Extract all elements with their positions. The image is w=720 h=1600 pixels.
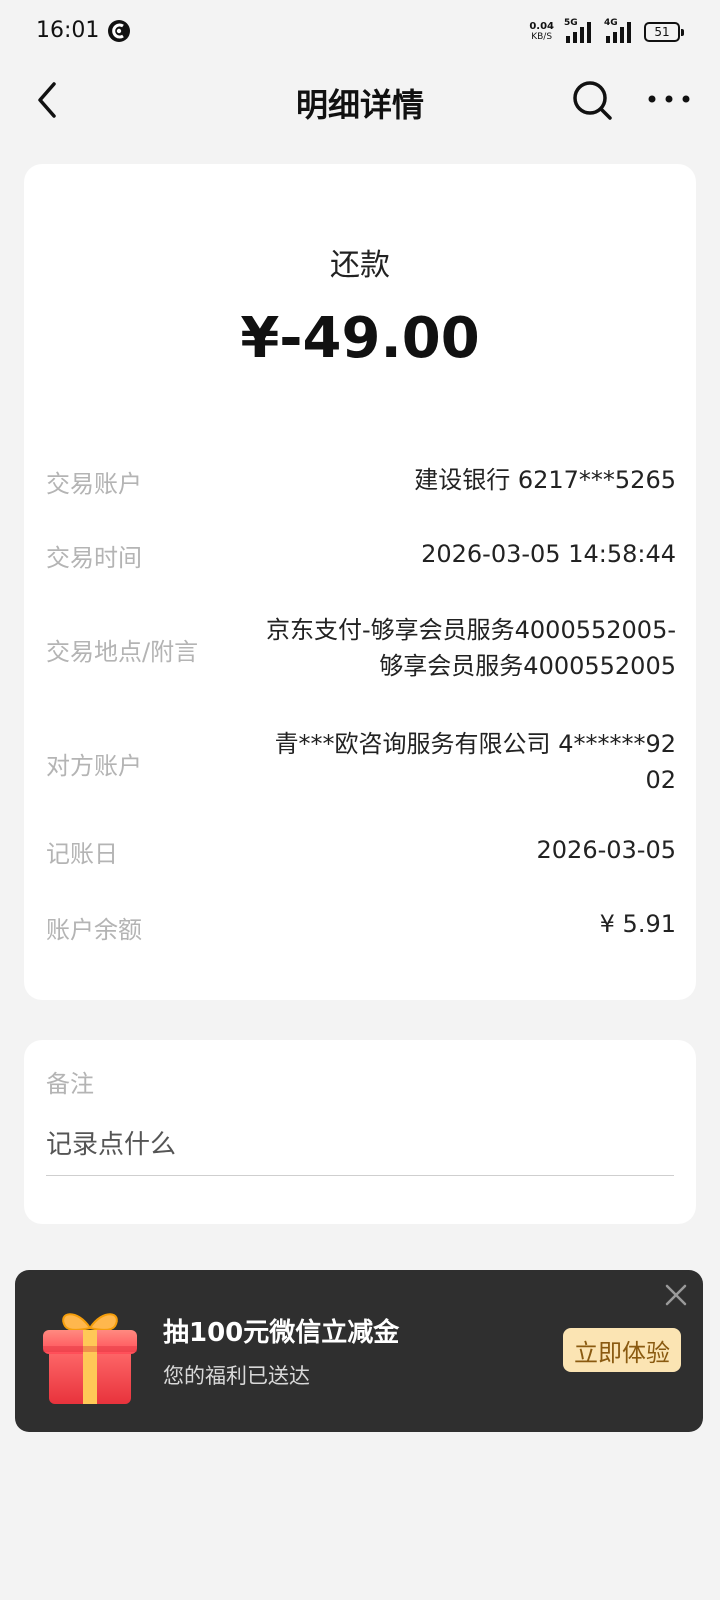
row-label: 账户余额 xyxy=(46,916,142,944)
search-icon[interactable] xyxy=(570,78,614,122)
battery-icon: 51 xyxy=(644,22,684,42)
note-label: 备注 xyxy=(46,1070,94,1098)
row-label: 对方账户 xyxy=(46,752,142,780)
promo-subtitle: 您的福利已送达 xyxy=(163,1364,310,1388)
row-posting-date: 记账日 2026-03-05 xyxy=(46,832,676,872)
transaction-type: 还款 xyxy=(330,248,390,283)
row-value-line1: 青***欧咨询服务有限公司 4******92 xyxy=(274,730,676,758)
app-notification-icon xyxy=(108,20,130,42)
row-label: 记账日 xyxy=(46,840,118,868)
promo-try-now-button[interactable]: 立即体验 xyxy=(563,1328,681,1372)
row-account-balance: 账户余额 ¥ 5.91 xyxy=(46,906,676,946)
more-dots-icon[interactable] xyxy=(646,84,692,114)
row-transaction-account: 交易账户 建设银行 6217***5265 xyxy=(46,462,676,502)
network-speed-value: 0.04 xyxy=(529,21,554,32)
row-label: 交易账户 xyxy=(46,470,142,498)
note-card: 备注 xyxy=(24,1040,696,1224)
row-label: 交易时间 xyxy=(46,544,142,572)
status-indicators: 0.04 KB/S 5G 4G 51 xyxy=(529,18,684,46)
row-transaction-place: 交易地点/附言 京东支付-够享会员服务4000552005- 够享会员服务400… xyxy=(46,612,676,688)
row-value-line2: 02 xyxy=(645,766,676,794)
transaction-amount: ¥-49.00 xyxy=(240,306,480,371)
row-transaction-time: 交易时间 2026-03-05 14:58:44 xyxy=(46,536,676,576)
status-time: 16:01 xyxy=(36,18,100,43)
status-bar: 16:01 0.04 KB/S 5G 4G 51 xyxy=(0,0,720,64)
promo-banner[interactable]: 抽100元微信立减金 您的福利已送达 立即体验 xyxy=(15,1270,703,1432)
note-input[interactable] xyxy=(46,1114,674,1176)
row-value-line2: 够享会员服务4000552005 xyxy=(379,652,676,680)
row-value: ¥ 5.91 xyxy=(599,910,676,938)
signal-4g-icon: 4G xyxy=(604,18,634,44)
app-header: 明细详情 xyxy=(0,64,720,136)
battery-level: 51 xyxy=(654,25,670,39)
promo-title: 抽100元微信立减金 xyxy=(163,1318,400,1348)
row-value: 2026-03-05 xyxy=(536,836,676,864)
signal-5g-icon: 5G xyxy=(564,18,594,44)
row-label: 交易地点/附言 xyxy=(46,638,199,666)
gift-box-icon xyxy=(43,1313,137,1404)
row-value: 2026-03-05 14:58:44 xyxy=(421,540,676,568)
row-value-line1: 京东支付-够享会员服务4000552005- xyxy=(265,616,676,644)
network-speed-unit: KB/S xyxy=(531,32,553,42)
row-counterparty-account: 对方账户 青***欧咨询服务有限公司 4******92 02 xyxy=(46,726,676,802)
transaction-detail-card: 还款 ¥-49.00 交易账户 建设银行 6217***5265 交易时间 20… xyxy=(24,164,696,1000)
close-icon[interactable] xyxy=(661,1280,691,1310)
row-value: 青***欧咨询服务有限公司 4******92 02 xyxy=(275,726,676,798)
row-value: 建设银行 6217***5265 xyxy=(414,466,676,494)
network-speed: 0.04 KB/S xyxy=(529,21,554,43)
row-value: 京东支付-够享会员服务4000552005- 够享会员服务4000552005 xyxy=(266,612,676,684)
